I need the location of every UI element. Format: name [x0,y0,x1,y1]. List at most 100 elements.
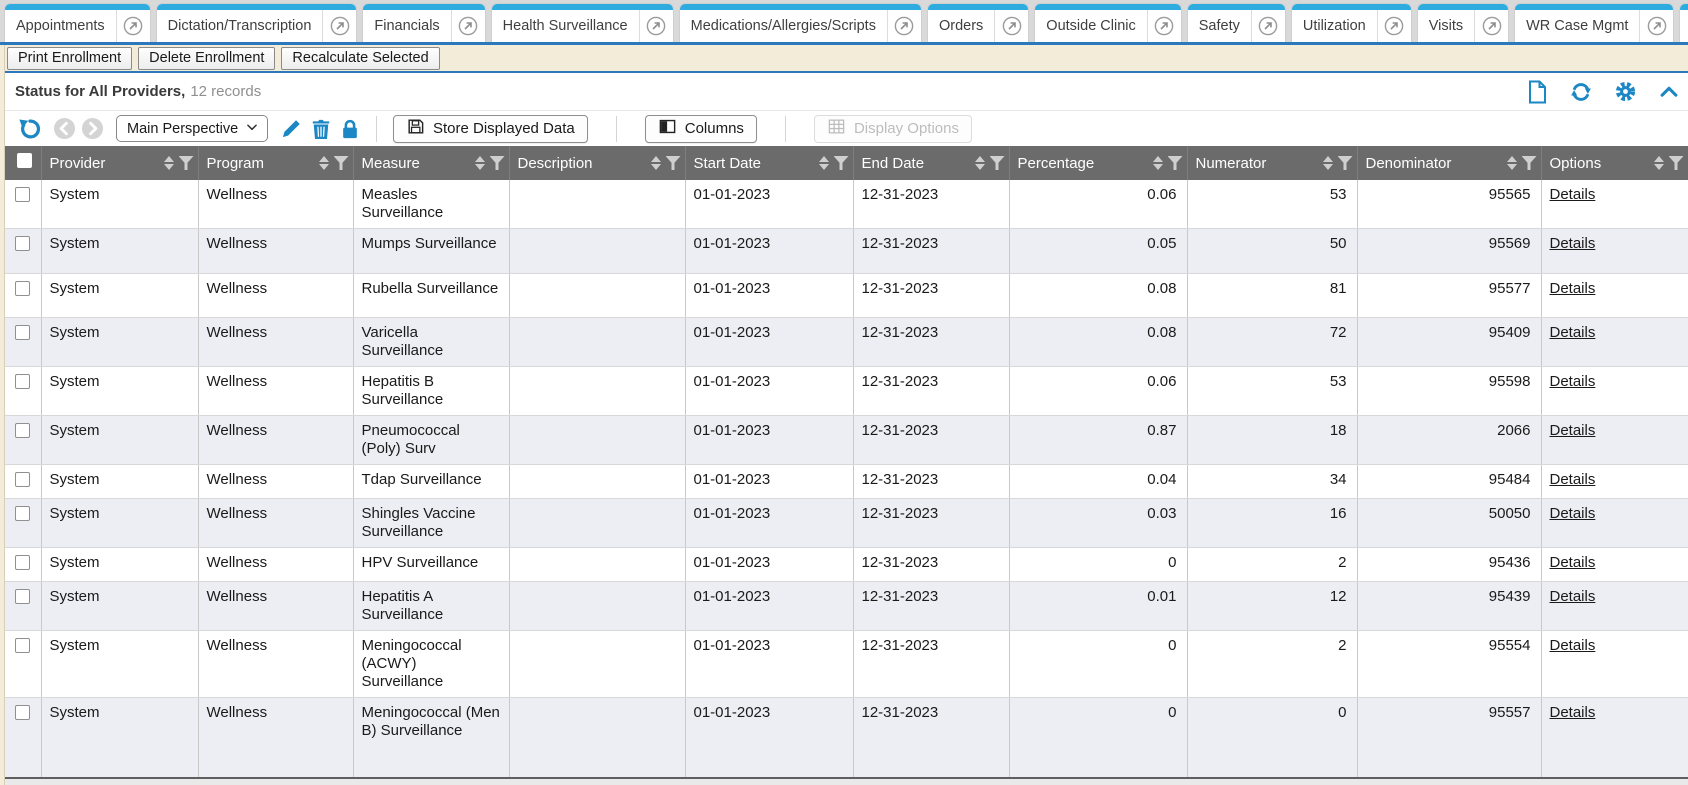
details-link[interactable]: Details [1550,637,1596,654]
filter-funnel-icon[interactable] [179,156,194,170]
delete-trash-icon[interactable] [311,118,331,140]
recalculate-selected-button[interactable]: Recalculate Selected [281,47,439,70]
columns-button[interactable]: Columns [645,115,757,143]
details-link[interactable]: Details [1550,554,1596,571]
tab-appointments[interactable]: Appointments [4,3,151,42]
sort-icon[interactable] [1654,156,1664,170]
filter-funnel-icon[interactable] [1522,156,1537,170]
tab-visits[interactable]: Visits [1417,3,1509,42]
open-in-new-icon[interactable] [322,10,356,42]
sort-icon[interactable] [819,156,829,170]
col-header-start_date[interactable]: Start Date [685,146,853,180]
filter-funnel-icon[interactable] [834,156,849,170]
lock-icon[interactable] [340,118,360,140]
row-checkbox[interactable] [15,236,30,251]
open-in-new-icon[interactable] [994,10,1028,42]
filter-funnel-icon[interactable] [1669,156,1684,170]
details-link[interactable]: Details [1550,373,1596,390]
cell-measure: Shingles Vaccine Surveillance [353,499,509,548]
col-header-provider[interactable]: Provider [41,146,198,180]
tab-medications-allergies-scripts[interactable]: Medications/Allergies/Scripts [679,3,922,42]
tab-industrial-hygiene[interactable]: Industrial Hygiene [1679,3,1688,42]
col-header-end_date[interactable]: End Date [853,146,1009,180]
details-link[interactable]: Details [1550,324,1596,341]
display-options-button[interactable]: Display Options [814,115,972,143]
open-in-new-icon[interactable] [1251,10,1285,42]
filter-funnel-icon[interactable] [990,156,1005,170]
refresh-icon[interactable] [1569,81,1593,103]
col-header-select[interactable] [5,146,41,180]
table-row: SystemWellnessVaricella Surveillance01-0… [5,318,1688,367]
cell-denominator: 50050 [1357,499,1541,548]
sort-icon[interactable] [319,156,329,170]
row-checkbox[interactable] [15,374,30,389]
row-checkbox[interactable] [15,705,30,720]
row-checkbox[interactable] [15,325,30,340]
row-checkbox[interactable] [15,506,30,521]
sort-icon[interactable] [1507,156,1517,170]
col-header-percentage[interactable]: Percentage [1009,146,1187,180]
filter-funnel-icon[interactable] [334,156,349,170]
tab-financials[interactable]: Financials [362,3,485,42]
details-link[interactable]: Details [1550,471,1596,488]
sort-icon[interactable] [1323,156,1333,170]
sort-icon[interactable] [975,156,985,170]
new-document-icon[interactable] [1527,80,1548,104]
row-checkbox[interactable] [15,472,30,487]
details-link[interactable]: Details [1550,704,1596,721]
col-header-numerator[interactable]: Numerator [1187,146,1357,180]
filter-funnel-icon[interactable] [666,156,681,170]
tab-orders[interactable]: Orders [927,3,1029,42]
sort-icon[interactable] [475,156,485,170]
row-checkbox[interactable] [15,423,30,438]
details-link[interactable]: Details [1550,280,1596,297]
open-in-new-icon[interactable] [451,10,485,42]
row-checkbox[interactable] [15,638,30,653]
sort-icon[interactable] [651,156,661,170]
delete-enrollment-button[interactable]: Delete Enrollment [138,47,275,70]
tab-dictation-transcription[interactable]: Dictation/Transcription [156,3,358,42]
row-checkbox[interactable] [15,589,30,604]
filter-funnel-icon[interactable] [1168,156,1183,170]
sort-icon[interactable] [164,156,174,170]
open-in-new-icon[interactable] [1474,10,1508,42]
row-checkbox[interactable] [15,281,30,296]
tab-health-surveillance[interactable]: Health Surveillance [491,3,674,42]
settings-gear-icon[interactable] [1614,80,1637,103]
tab-utilization[interactable]: Utilization [1291,3,1412,42]
open-in-new-icon[interactable] [1377,10,1411,42]
details-link[interactable]: Details [1550,186,1596,203]
open-in-new-icon[interactable] [116,10,150,42]
store-displayed-data-button[interactable]: Store Displayed Data [393,115,588,143]
forward-icon[interactable] [81,117,104,140]
col-header-options[interactable]: Options [1541,146,1688,180]
col-header-program[interactable]: Program [198,146,353,180]
edit-pencil-icon[interactable] [280,118,302,140]
undo-icon[interactable] [17,116,43,142]
row-checkbox[interactable] [15,555,30,570]
tab-safety[interactable]: Safety [1187,3,1286,42]
col-header-description[interactable]: Description [509,146,685,180]
open-in-new-icon[interactable] [639,10,673,42]
collapse-chevron-up-icon[interactable] [1658,81,1680,103]
col-header-measure[interactable]: Measure [353,146,509,180]
filter-funnel-icon[interactable] [490,156,505,170]
page-title: Status for All Providers, [15,83,185,100]
open-in-new-icon[interactable] [887,10,921,42]
select-all-checkbox[interactable] [17,153,32,168]
print-enrollment-button[interactable]: Print Enrollment [7,47,132,70]
tab-wr-case-mgmt[interactable]: WR Case Mgmt [1514,3,1674,42]
row-checkbox[interactable] [15,187,30,202]
details-link[interactable]: Details [1550,422,1596,439]
open-in-new-icon[interactable] [1147,10,1181,42]
col-header-denominator[interactable]: Denominator [1357,146,1541,180]
open-in-new-icon[interactable] [1639,10,1673,42]
details-link[interactable]: Details [1550,588,1596,605]
sort-icon[interactable] [1153,156,1163,170]
details-link[interactable]: Details [1550,235,1596,252]
tab-outside-clinic[interactable]: Outside Clinic [1034,3,1181,42]
perspective-select[interactable]: Main Perspective [116,115,268,142]
back-icon[interactable] [53,117,76,140]
details-link[interactable]: Details [1550,505,1596,522]
filter-funnel-icon[interactable] [1338,156,1353,170]
